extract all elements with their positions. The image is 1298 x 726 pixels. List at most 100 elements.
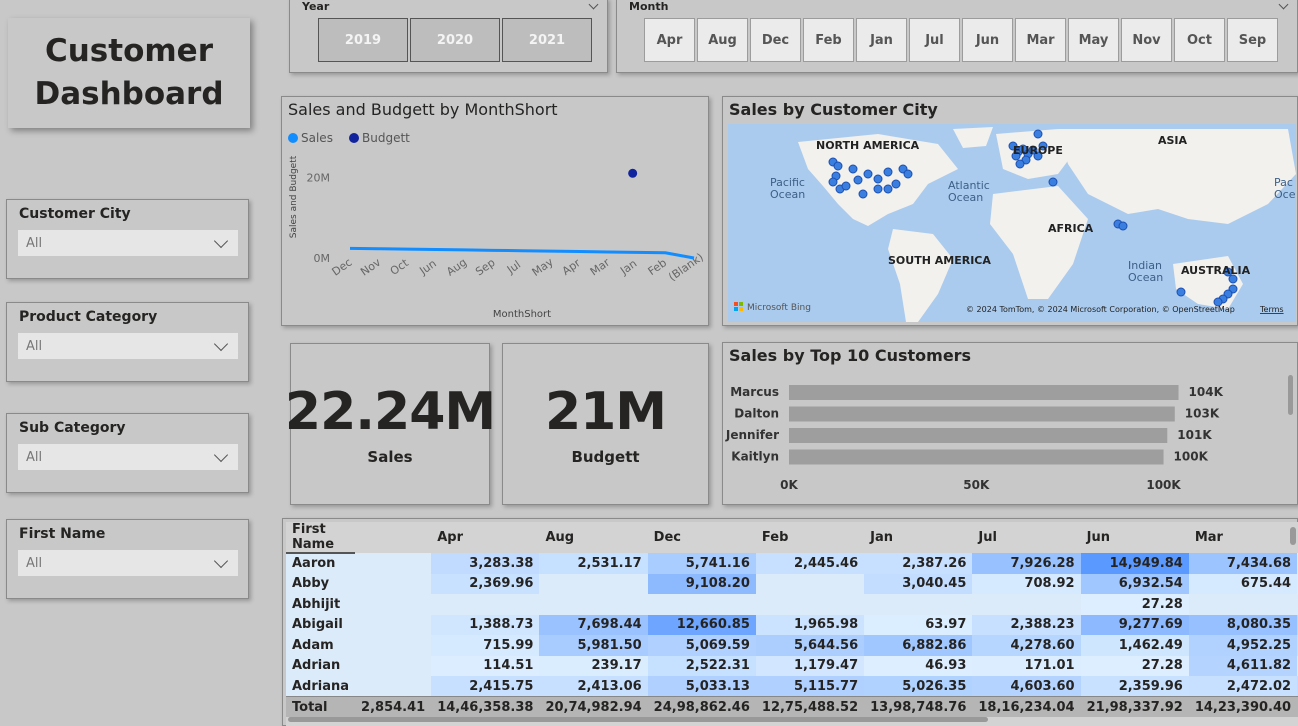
year-tile[interactable]: 2020 [410,18,500,62]
table-cell: 4,603.60 [972,676,1081,697]
customer-sales-bar[interactable] [789,449,1164,465]
line-chart: Sales Budgett 20M 0M Sales and Budgett Dec Nov… [288,131,706,320]
y-axis-label: Sales and Budgett [289,155,299,238]
table-cell [755,573,865,594]
line-chart-card: Sales and Budgett by MonthShort Sales Bud… [281,96,709,326]
month-tile[interactable]: Jul [909,18,960,62]
customer-sales-bar[interactable] [789,428,1168,443]
slicer-card: Customer City All [6,199,249,279]
month-tile[interactable]: May [1068,18,1119,62]
legend-label: Sales [301,131,333,145]
x-axis-label: MonthShort [493,309,551,320]
city-sales-bubble[interactable] [1015,159,1025,169]
table-cell: Abby [286,573,356,594]
column-header[interactable]: Mar [1189,522,1297,553]
month-tile[interactable]: Jan [856,18,907,62]
table-cell [355,676,432,697]
city-sales-bubble[interactable] [883,184,893,194]
slicer-dropdown[interactable]: All [18,444,238,470]
column-header[interactable]: Jun [1081,522,1189,553]
customer-sales-bar[interactable] [789,385,1179,400]
column-header[interactable]: Jan [864,522,972,553]
month-tile[interactable]: Feb [803,18,854,62]
slicer-card: First Name All [6,519,249,599]
year-tile[interactable]: 2019 [318,18,408,62]
city-sales-bubble[interactable] [1048,177,1058,187]
city-sales-bubble[interactable] [1033,129,1043,139]
month-tile[interactable]: Apr [644,18,695,62]
sales-kpi-caption: Sales [367,448,413,466]
table-cell: 2,415.75 [431,676,540,697]
city-sales-bubble[interactable] [853,175,863,185]
city-sales-bubble[interactable] [873,184,883,194]
column-header[interactable]: Dec [648,522,756,553]
table-cell: 7,926.28 [972,553,1081,574]
city-sales-bubble[interactable] [858,189,868,199]
x-tick-label: Jul [504,258,523,277]
map-region-label: EUROPE [1013,144,1063,157]
table-cell: 4,952.25 [1188,635,1298,656]
bar-category-label: Jennifer [725,428,779,442]
map-terms-link[interactable]: Terms [1259,305,1284,314]
table-cell [355,594,432,615]
month-tile[interactable]: Dec [750,18,801,62]
table-cell: 27.28 [1080,655,1189,676]
month-tile[interactable]: Mar [1015,18,1066,62]
column-header[interactable] [355,522,431,553]
table-cell: 5,981.50 [539,635,648,656]
table-cell: 46.93 [864,655,973,676]
month-tile[interactable]: Nov [1121,18,1172,62]
column-header[interactable]: Jul [972,522,1080,553]
month-tile[interactable]: Sep [1227,18,1278,62]
table-cell: 239.17 [539,655,648,676]
city-sales-bubble[interactable] [883,167,893,177]
city-sales-bubble[interactable] [1176,287,1186,297]
city-sales-bubble[interactable] [903,169,913,179]
table-row: Abigail 1,388.73 7,698.44 12,660.85 1,965.98… [286,614,1298,635]
bar-chart-scrollbar[interactable] [1288,375,1293,415]
table-row: Aaron 3,283.38 2,531.17 5,741.16 2,445.46 2,3… [286,553,1298,574]
slicer-dropdown[interactable]: All [18,333,238,359]
table-cell [972,594,1081,615]
x-tick-label: May [530,255,556,279]
bar-value-label: 104K [1189,385,1224,399]
city-sales-bubble[interactable] [841,181,851,191]
table-cell: 675.44 [1188,573,1298,594]
x-tick-label: Apr [560,256,583,278]
city-sales-bubble[interactable] [833,161,843,171]
table-cell: 8,080.35 [1188,614,1298,635]
bar-chart-title: Sales by Top 10 Customers [729,346,972,365]
table-cell [539,594,648,615]
city-sales-bubble[interactable] [1118,221,1128,231]
city-sales-bubble[interactable] [873,174,883,184]
bar-category-label: Marcus [730,385,779,399]
table-cell [355,614,432,635]
column-header[interactable]: Apr [431,522,539,553]
chevron-down-icon[interactable] [588,0,599,10]
matrix-scrollbar[interactable] [1290,524,1296,694]
city-sales-bubble[interactable] [863,169,873,179]
slicer-dropdown[interactable]: All [18,550,238,576]
bar-category-label: Dalton [734,407,779,421]
table-cell: 5,026.35 [864,676,973,697]
slicer-label: Customer City [19,206,131,222]
map-region-label: ASIA [1158,134,1188,147]
year-tile[interactable]: 2021 [502,18,592,62]
city-sales-bubble[interactable] [891,179,901,189]
slicer-dropdown[interactable]: All [18,230,238,256]
matrix-h-scrollbar[interactable] [288,717,988,722]
column-header[interactable]: Feb [756,522,864,553]
column-header[interactable]: Aug [539,522,647,553]
budget-point[interactable] [628,168,638,178]
month-tile[interactable]: Aug [697,18,748,62]
column-header[interactable]: First Name [286,522,356,554]
chevron-down-icon[interactable] [1278,0,1289,10]
month-tile[interactable]: Oct [1174,18,1225,62]
table-cell: 2,387.26 [864,553,973,574]
city-sales-bubble[interactable] [848,164,858,174]
sales-kpi-value: 22.24M [284,382,496,442]
city-sales-bubble[interactable] [828,177,838,187]
month-tile[interactable]: Jun [962,18,1013,62]
customer-sales-bar[interactable] [789,406,1175,422]
world-map[interactable]: NORTH AMERICA EUROPEASIAPacific OceanAtlan… [728,124,1296,322]
